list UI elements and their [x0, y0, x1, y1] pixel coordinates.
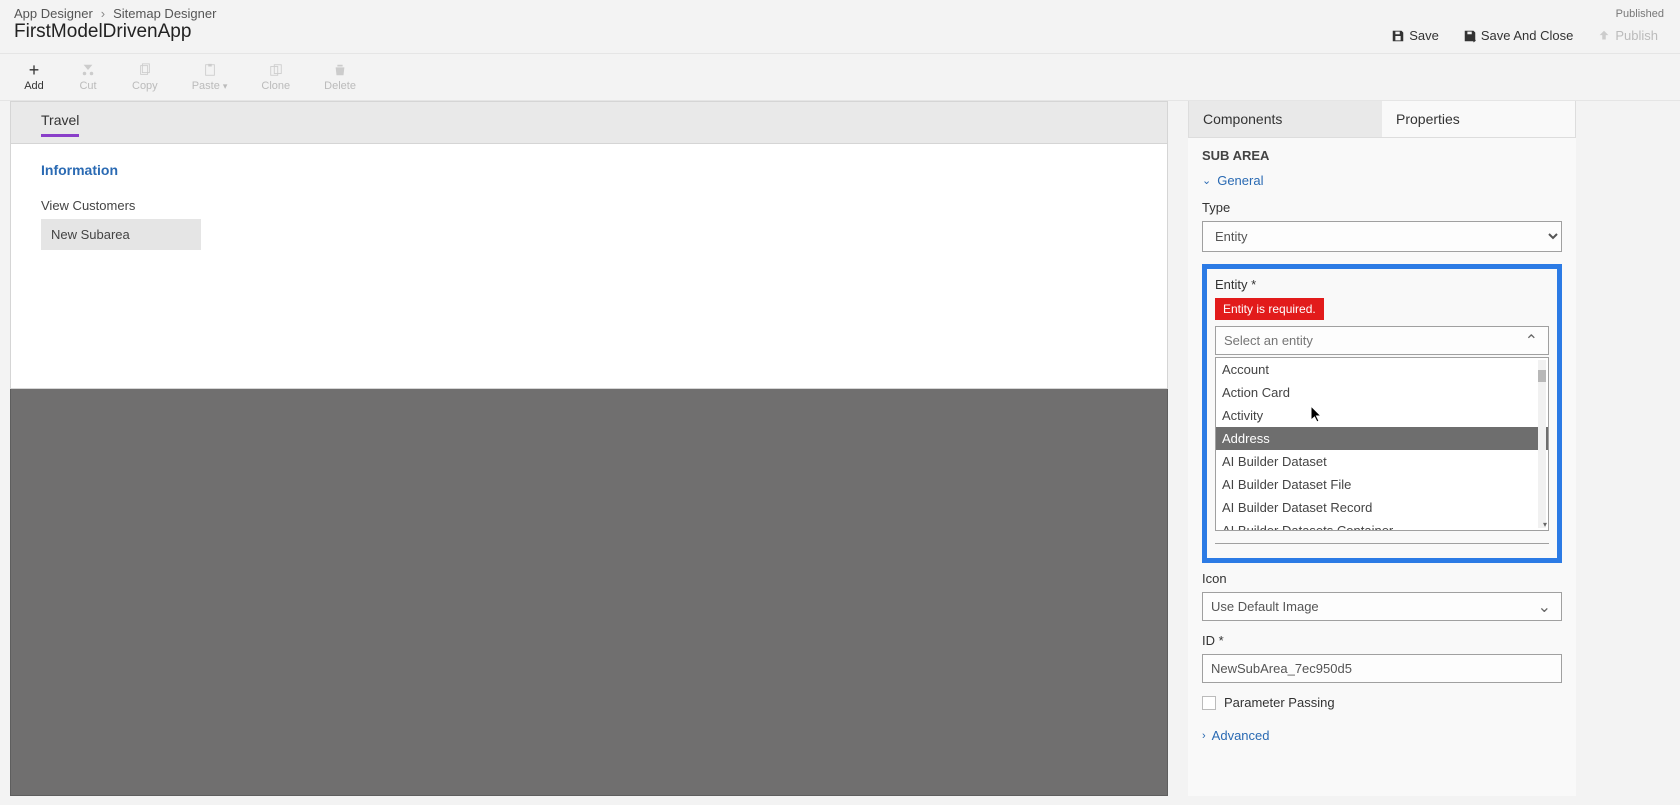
type-select[interactable]: Entity — [1202, 221, 1562, 252]
area-tab-travel[interactable]: Travel — [41, 112, 79, 137]
divider — [1215, 543, 1549, 544]
designer-canvas: Travel Information View Customers New Su… — [10, 101, 1168, 796]
toolbar: + Add Cut Copy Paste ▾ Clone Delete — [0, 53, 1680, 101]
published-status: Published — [1616, 8, 1664, 20]
entity-input[interactable] — [1216, 327, 1515, 354]
entity-option-aibuilderdataset[interactable]: AI Builder Dataset — [1216, 450, 1548, 473]
paste-button: Paste ▾ — [182, 58, 238, 96]
general-section-toggle[interactable]: ⌄ General — [1202, 173, 1562, 188]
plus-icon: + — [26, 62, 42, 78]
dropdown-scrollbar-track[interactable] — [1538, 360, 1546, 528]
icon-select[interactable]: Use Default Image ⌄ — [1202, 592, 1562, 621]
breadcrumb-item-appdesigner[interactable]: App Designer — [14, 6, 93, 21]
save-icon — [1391, 29, 1405, 43]
entity-error-badge: Entity is required. — [1215, 298, 1324, 320]
breadcrumb-item-sitemapdesigner[interactable]: Sitemap Designer — [113, 6, 216, 21]
chevron-down-icon: ⌄ — [1202, 174, 1211, 187]
entity-option-account[interactable]: Account — [1216, 358, 1548, 381]
paste-label: Paste ▾ — [192, 80, 228, 92]
cut-label: Cut — [79, 80, 96, 92]
save-close-label: Save And Close — [1481, 28, 1574, 43]
parameter-passing-label: Parameter Passing — [1224, 695, 1335, 710]
icon-label: Icon — [1202, 571, 1562, 586]
save-button[interactable]: Save — [1385, 24, 1445, 47]
entity-option-aibuilderdatasetscontainer[interactable]: AI Builder Datasets Container — [1216, 519, 1548, 530]
area-tab-bar: Travel — [10, 101, 1168, 144]
entity-select[interactable]: ⌃ — [1215, 326, 1549, 355]
tab-components[interactable]: Components — [1188, 101, 1382, 137]
paste-icon — [202, 62, 218, 78]
publish-button: Publish — [1591, 24, 1664, 47]
copy-button: Copy — [122, 58, 168, 96]
save-and-close-button[interactable]: Save And Close — [1457, 24, 1580, 47]
type-label: Type — [1202, 200, 1562, 215]
save-close-icon — [1463, 29, 1477, 43]
chevron-up-icon: ⌃ — [1515, 331, 1548, 351]
id-label: ID * — [1202, 633, 1562, 648]
tab-properties[interactable]: Properties — [1382, 101, 1576, 137]
clone-icon — [268, 62, 284, 78]
entity-label: Entity * — [1215, 277, 1549, 292]
parameter-passing-checkbox[interactable]: Parameter Passing — [1202, 695, 1562, 710]
entity-option-actioncard[interactable]: Action Card — [1216, 381, 1548, 404]
cut-icon — [80, 62, 96, 78]
chevron-down-icon: ▾ — [223, 81, 228, 91]
general-label: General — [1217, 173, 1263, 188]
entity-dropdown-list: Account Action Card Activity Address AI … — [1215, 357, 1549, 531]
publish-label: Publish — [1615, 28, 1658, 43]
entity-option-aibuilderdatasetfile[interactable]: AI Builder Dataset File — [1216, 473, 1548, 496]
copy-icon — [137, 62, 153, 78]
chevron-right-icon: › — [101, 6, 105, 21]
cut-button: Cut — [68, 58, 108, 96]
group-information[interactable]: Information — [41, 162, 1137, 178]
subarea-view-customers[interactable]: View Customers — [41, 192, 1137, 219]
copy-label: Copy — [132, 80, 158, 92]
entity-option-address[interactable]: Address — [1216, 427, 1548, 450]
delete-label: Delete — [324, 80, 356, 92]
add-button[interactable]: + Add — [14, 58, 54, 96]
entity-option-activity[interactable]: Activity — [1216, 404, 1548, 427]
advanced-label: Advanced — [1212, 728, 1270, 743]
delete-icon — [332, 62, 348, 78]
subarea-heading: SUB AREA — [1202, 148, 1562, 163]
save-label: Save — [1409, 28, 1439, 43]
chevron-down-icon: ▾ — [1543, 520, 1547, 529]
chevron-right-icon: › — [1202, 730, 1206, 742]
delete-button: Delete — [314, 58, 366, 96]
clone-button: Clone — [251, 58, 300, 96]
dropdown-scrollbar-thumb[interactable] — [1538, 370, 1546, 382]
advanced-section-toggle[interactable]: › Advanced — [1202, 728, 1562, 743]
icon-value: Use Default Image — [1203, 593, 1528, 620]
chevron-down-icon: ⌄ — [1528, 597, 1561, 617]
id-field[interactable] — [1202, 654, 1562, 683]
subarea-new-subarea[interactable]: New Subarea — [41, 219, 201, 250]
canvas-backdrop — [10, 389, 1168, 796]
entity-highlight-box: Entity * Entity is required. ⌃ Account A… — [1202, 264, 1562, 563]
clone-label: Clone — [261, 80, 290, 92]
publish-icon — [1597, 29, 1611, 43]
properties-panel: Components Properties SUB AREA ⌄ General… — [1188, 101, 1576, 796]
checkbox-icon — [1202, 696, 1216, 710]
add-label: Add — [24, 80, 44, 92]
entity-option-aibuilderdatasetrecord[interactable]: AI Builder Dataset Record — [1216, 496, 1548, 519]
